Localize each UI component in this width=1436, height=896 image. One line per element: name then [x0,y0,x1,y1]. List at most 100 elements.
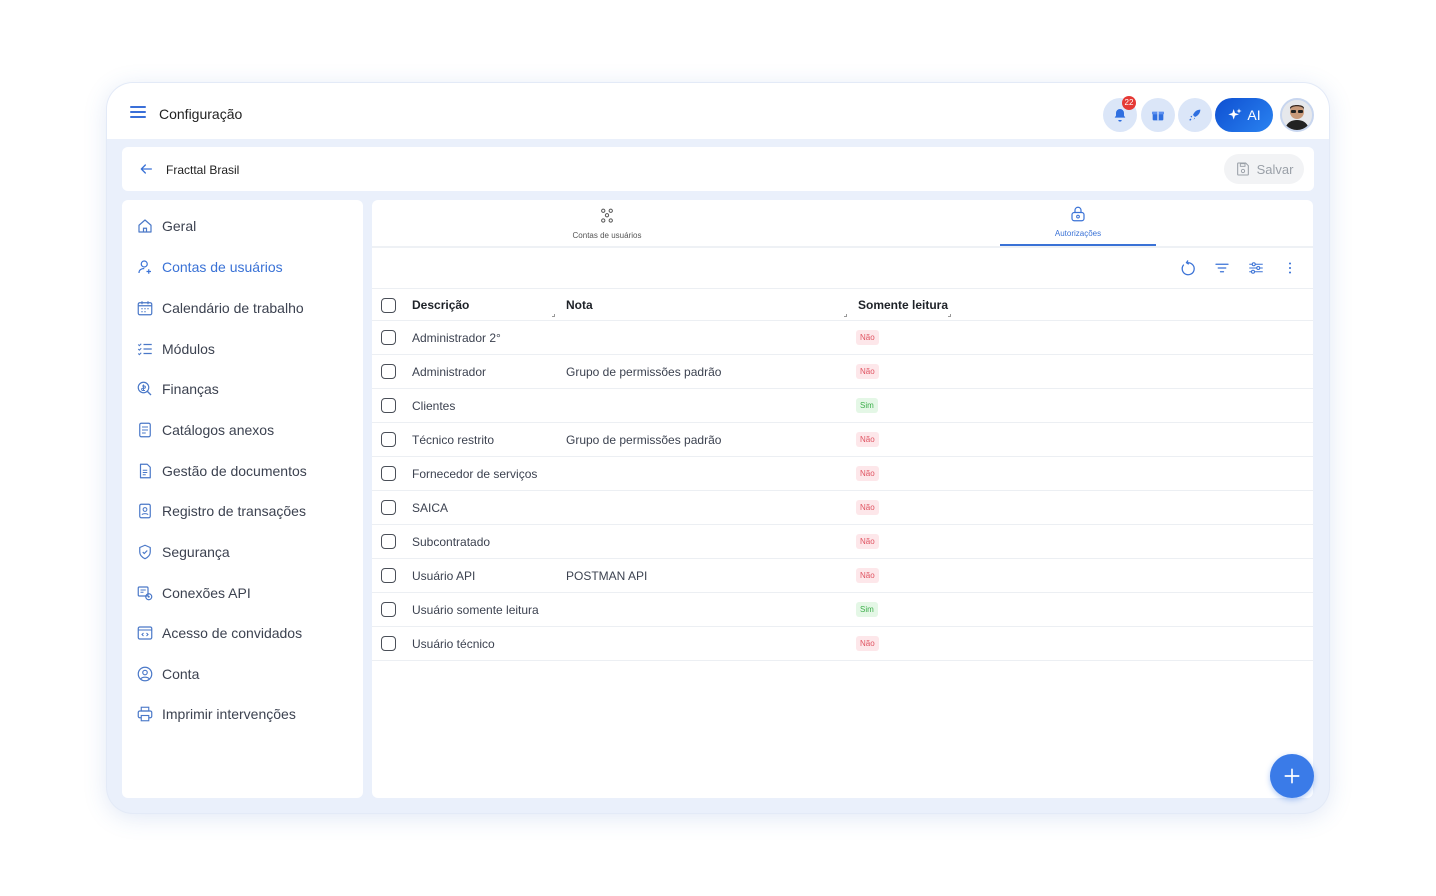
guest-icon [137,626,153,640]
row-checkbox[interactable] [381,602,396,617]
table-row[interactable]: Administrador 2° Não [372,321,1313,355]
table-row[interactable]: Técnico restrito Grupo de permissões pad… [372,423,1313,457]
cell-description: Usuário somente leitura [412,603,539,617]
cell-description: Administrador 2° [412,331,501,345]
sidebar-item-imprimir[interactable]: Imprimir intervenções [136,703,296,725]
sidebar-item-label: Acesso de convidados [162,625,303,641]
sidebar-item-contas-de-usuarios[interactable]: Contas de usuários [136,256,283,278]
gift-icon [1152,111,1164,121]
table-row[interactable]: Administrador Grupo de permissões padrão… [372,355,1313,389]
user-avatar[interactable] [1280,98,1314,132]
table-row[interactable]: Clientes Sim [372,389,1313,423]
table-row[interactable]: Usuário somente leitura Sim [372,593,1313,627]
readonly-badge: Não [856,466,879,481]
row-checkbox[interactable] [381,534,396,549]
account-icon [137,666,153,682]
notification-count-badge: 22 [1122,96,1136,110]
sidebar-item-label: Gestão de documentos [162,463,307,479]
row-checkbox[interactable] [381,432,396,447]
settings-sidebar: Geral Contas de usuários Calendário de t… [122,200,363,798]
sidebar-item-label: Conta [162,666,200,682]
table-row[interactable]: Usuário técnico Não [372,627,1313,661]
table-row[interactable]: Subcontratado Não [372,525,1313,559]
shield-icon [139,544,151,560]
filter-button[interactable] [1212,258,1232,278]
table-row[interactable]: Fornecedor de serviços Não [372,457,1313,491]
row-checkbox[interactable] [381,398,396,413]
cell-description: Usuário API [412,569,476,583]
sliders-icon [1249,262,1263,274]
sidebar-item-modulos[interactable]: Módulos [136,338,215,360]
document-icon [139,463,151,479]
save-button[interactable]: Salvar [1224,154,1304,184]
transaction-icon [139,503,151,519]
top-bar: Configuração 22 AI [107,83,1329,139]
readonly-badge: Sim [856,602,878,617]
readonly-badge: Não [856,636,879,651]
table-row[interactable]: Usuário API POSTMAN API Não [372,559,1313,593]
sidebar-item-conta[interactable]: Conta [136,663,199,685]
sidebar-item-registro-transacoes[interactable]: Registro de transações [136,500,306,522]
app-title: Configuração [159,106,243,122]
sidebar-item-seguranca[interactable]: Segurança [136,541,230,563]
row-checkbox[interactable] [381,636,396,651]
tab-autorizacoes[interactable]: Autorizações [1000,200,1156,246]
printer-icon [137,706,153,722]
readonly-badge: Não [856,364,879,379]
rocket-icon [1189,109,1201,121]
readonly-badge: Não [856,568,879,583]
readonly-badge: Não [856,534,879,549]
main-content: Contas de usuários Autorizações Descriçã… [372,200,1314,798]
tab-label: Contas de usuários [572,231,642,240]
column-header-nota[interactable]: Nota [566,298,593,312]
list-icon [137,343,152,356]
page-title: Fracttal Brasil [166,163,240,177]
avatar-image [1282,100,1312,130]
page-header: Fracttal Brasil Salvar [122,147,1314,191]
notifications-button[interactable]: 22 [1103,96,1137,132]
sidebar-item-catalogos[interactable]: Catálogos anexos [136,419,274,441]
home-icon [138,219,152,233]
sidebar-item-acesso-convidados[interactable]: Acesso de convidados [136,622,302,644]
more-options-button[interactable] [1280,258,1300,278]
row-checkbox[interactable] [381,364,396,379]
row-checkbox[interactable] [381,500,396,515]
cell-description: Fornecedor de serviços [412,467,538,481]
tab-contas-de-usuarios[interactable]: Contas de usuários [529,200,685,246]
table-row[interactable]: SAICA Não [372,491,1313,525]
cell-description: Administrador [412,365,487,379]
column-settings-button[interactable] [1246,258,1266,278]
catalog-icon [139,422,151,438]
column-resize-handle[interactable] [844,314,847,317]
column-resize-handle[interactable] [552,314,555,317]
plus-icon [1284,768,1300,784]
hamburger-menu-icon[interactable] [130,105,148,119]
readonly-badge: Não [856,432,879,447]
rocket-button[interactable] [1178,98,1212,132]
tab-label: Autorizações [1054,229,1102,238]
readonly-badge: Não [856,330,879,345]
cell-description: Técnico restrito [412,433,495,447]
save-icon [1236,162,1249,176]
sidebar-item-geral[interactable]: Geral [136,215,196,237]
cell-note: Grupo de permissões padrão [566,365,722,379]
column-header-descricao[interactable]: Descrição [412,298,469,312]
api-icon [137,586,153,601]
row-checkbox[interactable] [381,568,396,583]
refresh-button[interactable] [1178,258,1198,278]
ai-button[interactable]: AI [1215,98,1273,132]
column-resize-handle[interactable] [948,314,951,317]
column-header-somente-leitura[interactable]: Somente leitura [858,298,948,312]
sidebar-item-label: Calendário de trabalho [162,300,304,316]
select-all-checkbox[interactable] [381,298,396,313]
sidebar-item-label: Conexões API [162,585,251,601]
row-checkbox[interactable] [381,330,396,345]
sidebar-item-financas[interactable]: Finanças [136,378,219,400]
sidebar-item-calendario[interactable]: Calendário de trabalho [136,297,304,319]
gift-button[interactable] [1141,98,1175,132]
sidebar-item-conexoes-api[interactable]: Conexões API [136,582,251,604]
back-arrow-icon[interactable] [138,161,154,177]
row-checkbox[interactable] [381,466,396,481]
add-button[interactable] [1270,754,1314,798]
sidebar-item-gestao-documentos[interactable]: Gestão de documentos [136,460,307,482]
